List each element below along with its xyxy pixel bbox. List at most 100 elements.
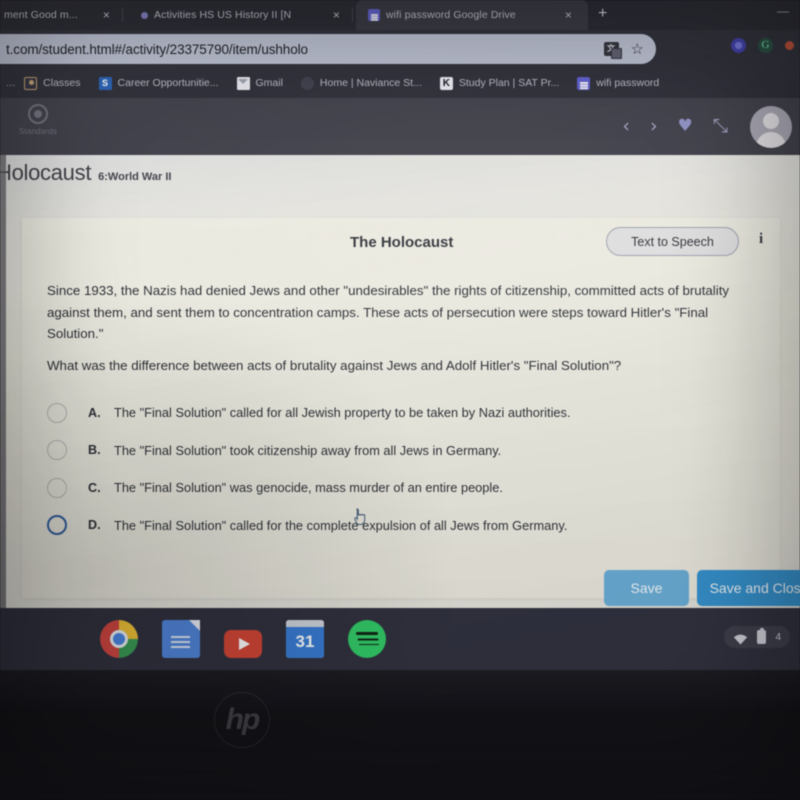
tab-title: Activities HS US History II [N bbox=[154, 9, 292, 21]
shelf-app-icons: 31 bbox=[100, 620, 386, 658]
google-docs-icon bbox=[368, 9, 380, 21]
browser-chrome: ment Good m... × Activities HS US Histor… bbox=[0, 0, 800, 98]
bookmark-label: Classes bbox=[43, 77, 81, 89]
answer-choice-d[interactable]: D. The "Final Solution" called for the c… bbox=[47, 507, 767, 545]
bookmark-naviance[interactable]: Home | Naviance St... bbox=[292, 76, 431, 90]
tab-separator bbox=[352, 8, 353, 22]
save-button[interactable]: Save bbox=[604, 570, 689, 606]
red-dot-extension-icon[interactable] bbox=[785, 41, 794, 50]
card-header: The Holocaust Text to Speech i bbox=[22, 218, 780, 270]
tab-title: ment Good m... bbox=[4, 9, 78, 21]
favorite-button[interactable]: ♥ bbox=[678, 118, 693, 135]
google-calendar-app-icon[interactable]: 31 bbox=[286, 620, 324, 658]
bookmark-study-plan[interactable]: K Study Plan | SAT Pr... bbox=[431, 76, 568, 90]
card-heading: The Holocaust bbox=[350, 234, 454, 251]
choice-letter: D. bbox=[88, 518, 101, 533]
header-actions: ‹ › ♥ ⤡ bbox=[622, 98, 792, 155]
choice-text: The "Final Solution" was genocide, mass … bbox=[114, 480, 503, 496]
browser-tab-2[interactable]: Activities HS US History II [N × bbox=[128, 0, 352, 30]
bookmark-label: Career Opportunitie... bbox=[117, 77, 219, 89]
next-item-button[interactable]: › bbox=[650, 117, 658, 136]
bookmark-label: Home | Naviance St... bbox=[319, 77, 422, 89]
youtube-app-icon[interactable] bbox=[224, 630, 262, 658]
new-tab-button[interactable]: + bbox=[598, 6, 607, 22]
browser-tab-1[interactable]: ment Good m... × bbox=[0, 0, 122, 30]
pinwheel-extension-icon[interactable] bbox=[731, 38, 746, 53]
spotify-app-icon[interactable] bbox=[348, 620, 386, 658]
url-text[interactable]: t.com/student.html#/activity/23375790/it… bbox=[6, 42, 308, 57]
grammarly-extension-icon[interactable]: G bbox=[758, 38, 773, 53]
window-minimize-button[interactable]: — bbox=[777, 4, 794, 18]
extension-icons: G bbox=[731, 38, 794, 53]
standards-label: Standards bbox=[18, 127, 58, 136]
radio-button-b[interactable] bbox=[47, 440, 67, 461]
naviance-icon bbox=[300, 76, 314, 90]
choice-text: The "Final Solution" called for all Jewi… bbox=[114, 405, 571, 421]
page-title: Holocaust bbox=[0, 160, 92, 185]
browser-toolbar: t.com/student.html#/activity/23375790/it… bbox=[0, 30, 800, 68]
calendar-day-label: 31 bbox=[286, 627, 324, 658]
bookmark-star-icon[interactable]: ☆ bbox=[631, 42, 644, 57]
tab-close-icon[interactable]: × bbox=[103, 9, 110, 21]
save-and-close-button[interactable]: Save and Close bbox=[697, 570, 800, 606]
dot-icon bbox=[138, 9, 150, 21]
target-icon bbox=[28, 104, 48, 124]
answer-choice-b[interactable]: B. The "Final Solution" took citizenship… bbox=[47, 432, 767, 470]
tab-strip: ment Good m... × Activities HS US Histor… bbox=[0, 0, 800, 30]
tab-close-icon[interactable]: × bbox=[333, 9, 340, 21]
answer-choice-a[interactable]: A. The "Final Solution" called for all J… bbox=[47, 394, 767, 432]
bookmarks-overflow-icon[interactable]: ... bbox=[4, 77, 15, 89]
page-title-bar: Holocaust 6:World War II bbox=[0, 160, 800, 192]
app-header: Standards ‹ › ♥ ⤡ bbox=[0, 98, 800, 155]
battery-label: 4 bbox=[775, 631, 781, 643]
radio-button-c[interactable] bbox=[47, 477, 67, 498]
scoir-icon: S bbox=[98, 76, 112, 90]
page-left-edge bbox=[0, 155, 6, 608]
bookmark-wifi-password[interactable]: wifi password bbox=[568, 76, 668, 90]
radio-button-d[interactable] bbox=[47, 515, 67, 536]
bookmark-career-opportunities[interactable]: S Career Opportunitie... bbox=[90, 76, 228, 90]
hp-logo: hp bbox=[214, 692, 270, 748]
khan-academy-icon: K bbox=[439, 76, 453, 90]
wifi-icon bbox=[733, 632, 748, 645]
status-tray[interactable]: 4 bbox=[724, 626, 790, 648]
google-docs-app-icon[interactable] bbox=[162, 620, 200, 658]
choice-letter: A. bbox=[88, 405, 101, 420]
radio-button-a[interactable] bbox=[47, 402, 67, 423]
fullscreen-button[interactable]: ⤡ bbox=[713, 117, 728, 136]
bookmark-label: Study Plan | SAT Pr... bbox=[458, 77, 560, 89]
answer-choices: A. The "Final Solution" called for all J… bbox=[47, 394, 767, 544]
previous-item-button[interactable]: ‹ bbox=[622, 117, 630, 136]
bookmark-gmail[interactable]: Gmail bbox=[228, 76, 292, 90]
bookmark-label: Gmail bbox=[255, 77, 283, 89]
browser-tab-3-active[interactable]: wifi password Google Drive × bbox=[356, 0, 588, 30]
question-text: What was the difference between acts of … bbox=[47, 358, 622, 373]
question-card: The Holocaust Text to Speech i Since 193… bbox=[22, 218, 780, 598]
text-to-speech-button[interactable]: Text to Speech bbox=[606, 227, 739, 256]
address-bar[interactable]: t.com/student.html#/activity/23375790/it… bbox=[0, 34, 656, 64]
chromebook-shelf: 31 4 bbox=[0, 608, 800, 670]
tab-separator bbox=[122, 8, 123, 22]
translate-icon[interactable]: 文 bbox=[603, 42, 622, 59]
chrome-app-icon[interactable] bbox=[100, 620, 138, 658]
standards-button[interactable]: Standards bbox=[14, 104, 62, 136]
passage-text: Since 1933, the Nazis had denied Jews an… bbox=[47, 283, 730, 341]
choice-text: The "Final Solution" took citizenship aw… bbox=[114, 442, 502, 458]
battery-icon bbox=[757, 627, 767, 644]
choice-letter: C. bbox=[88, 480, 101, 495]
user-avatar[interactable] bbox=[750, 105, 792, 148]
bookmark-classes[interactable]: Classes bbox=[15, 76, 89, 90]
answer-choice-c[interactable]: C. The "Final Solution" was genocide, ma… bbox=[47, 469, 767, 507]
choice-letter: B. bbox=[88, 443, 101, 458]
page-subtitle: 6:World War II bbox=[98, 171, 172, 183]
laptop-bezel bbox=[0, 670, 800, 800]
google-docs-icon bbox=[577, 76, 591, 90]
bookmarks-bar: ... Classes S Career Opportunitie... Gma… bbox=[0, 68, 800, 98]
choice-text: The "Final Solution" called for the comp… bbox=[114, 517, 568, 533]
mouse-cursor bbox=[352, 508, 368, 526]
page-body: Holocaust 6:World War II The Holocaust T… bbox=[0, 155, 800, 763]
info-icon[interactable]: i bbox=[759, 231, 763, 248]
gmail-icon bbox=[236, 76, 250, 90]
bookmark-label: wifi password bbox=[596, 77, 660, 89]
tab-close-icon[interactable]: × bbox=[565, 9, 572, 21]
